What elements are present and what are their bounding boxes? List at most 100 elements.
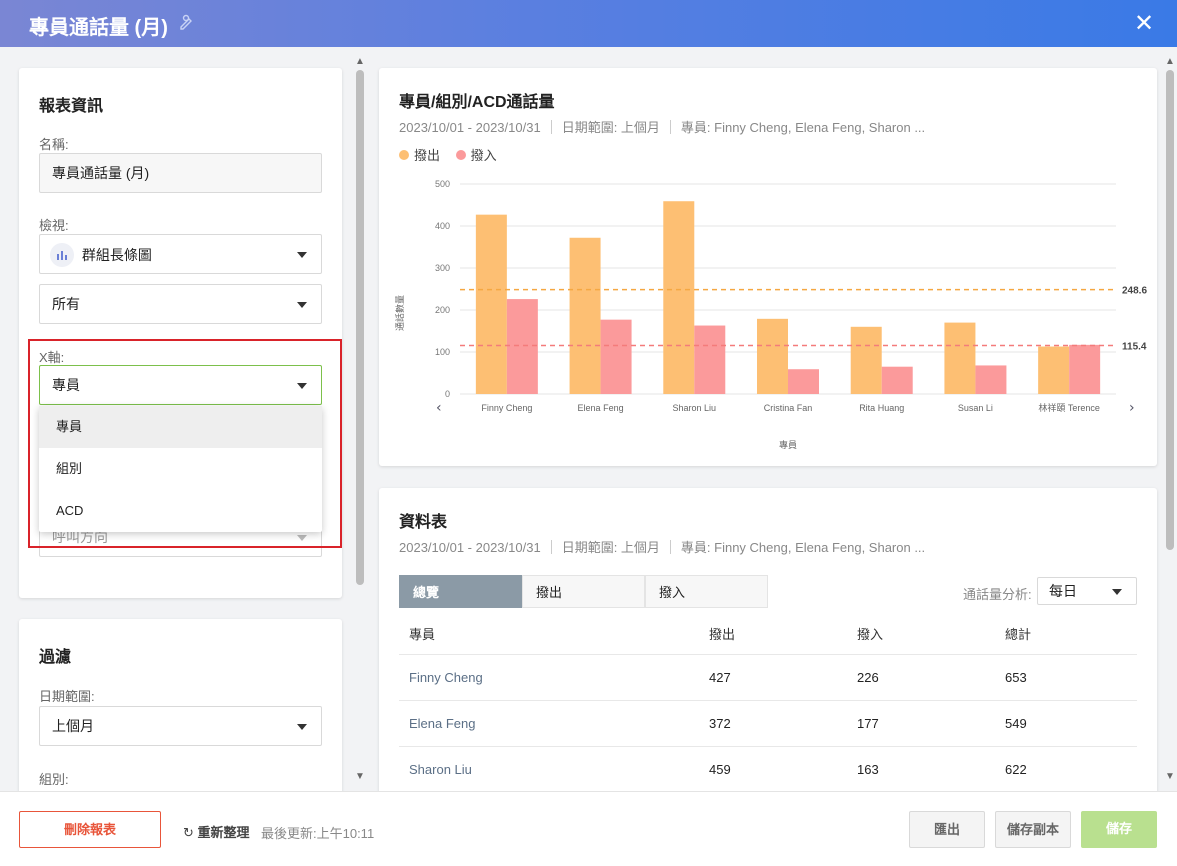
- bar-inbound: [975, 365, 1007, 394]
- bar-outbound: [944, 322, 976, 394]
- reference-line-label: 115.4: [1122, 342, 1147, 353]
- tab-overview[interactable]: 總覽: [399, 575, 522, 608]
- reference-line-label: 248.6: [1122, 286, 1147, 297]
- right-scrollbar-thumb[interactable]: [1166, 70, 1174, 550]
- x-axis-title: 專員: [779, 439, 797, 451]
- cell-inbound: 226: [857, 670, 879, 685]
- y-tick-label: 100: [435, 347, 450, 357]
- analysis-select-value: 每日: [1049, 583, 1077, 599]
- chart-scroll-left-icon[interactable]: ‹: [436, 400, 442, 416]
- bar-inbound: [600, 319, 632, 394]
- scroll-up-arrow[interactable]: ▲: [355, 56, 365, 67]
- y-tick-label: 500: [435, 179, 450, 189]
- group-label: 組別:: [39, 772, 69, 787]
- x-tick-label: Sharon Liu: [673, 403, 717, 413]
- tab-outbound[interactable]: 撥出: [522, 575, 645, 608]
- title-bar: 專員通話量 (月) ✕: [0, 0, 1177, 47]
- x-tick-label: Cristina Fan: [764, 403, 813, 413]
- analysis-select[interactable]: 每日: [1037, 577, 1137, 605]
- report-info-heading: 報表資訊: [39, 98, 104, 115]
- date-range-label: 日期範圍:: [39, 689, 95, 704]
- chart-meta: 2023/10/01 - 2023/10/31 日期範圍: 上個月 專員: Finn…: [399, 117, 925, 136]
- chart-legend: 撥出 撥入: [399, 145, 497, 164]
- x-tick-label: Rita Huang: [859, 403, 904, 413]
- row-divider: [399, 654, 1137, 655]
- view-select-value: 群組長條圖: [81, 247, 152, 264]
- left-scrollbar-thumb[interactable]: [356, 70, 364, 585]
- column-header-agent: 專員: [409, 627, 436, 642]
- cell-outbound: 459: [709, 762, 731, 777]
- refresh-label: 重新整理: [197, 825, 250, 840]
- table-meta-range: 日期範圍: 上個月: [561, 540, 660, 555]
- x-tick-label: Susan Li: [958, 403, 993, 413]
- bar-outbound: [569, 237, 601, 394]
- chart-title: 專員/組別/ACD通話量: [399, 94, 555, 111]
- bar-inbound: [881, 366, 913, 394]
- name-input[interactable]: 專員通話量 (月): [39, 153, 322, 193]
- view-label: 檢視:: [39, 218, 69, 233]
- chevron-down-icon: [1112, 589, 1122, 595]
- cell-agent: Sharon Liu: [409, 762, 472, 777]
- scope-select[interactable]: 所有: [39, 284, 322, 324]
- name-input-value: 專員通話量 (月): [52, 165, 150, 181]
- bar-outbound: [1038, 346, 1070, 394]
- filter-heading: 過濾: [39, 649, 72, 666]
- table-meta-agents: 專員: Finny Cheng, Elena Feng, Sharon ...: [680, 540, 926, 555]
- refresh-icon: ↻: [183, 825, 194, 840]
- legend-item-inbound[interactable]: 撥入: [455, 148, 497, 163]
- export-button[interactable]: 匯出: [909, 811, 985, 848]
- bar-outbound: [663, 201, 695, 394]
- y-tick-label: 400: [435, 221, 450, 231]
- chart-meta-date: 2023/10/01 - 2023/10/31: [399, 120, 541, 135]
- bar-outbound: [475, 214, 507, 394]
- date-range-select[interactable]: 上個月: [39, 706, 322, 746]
- y-tick-label: 300: [435, 263, 450, 273]
- legend-item-outbound[interactable]: 撥出: [399, 148, 440, 163]
- delete-report-button[interactable]: 刪除報表: [19, 811, 161, 848]
- grouped-bar-chart: 0 100 200 300 400 500 Finny Cheng Elena Feng Sha…: [394, 179, 1147, 451]
- column-header-outbound: 撥出: [709, 627, 736, 642]
- column-header-inbound: 撥入: [857, 627, 884, 642]
- save-copy-button[interactable]: 儲存副本: [995, 811, 1071, 848]
- cell-agent: Elena Feng: [409, 716, 476, 731]
- column-header-total: 總計: [1005, 627, 1032, 642]
- close-icon[interactable]: ✕: [1134, 9, 1154, 38]
- tab-inbound[interactable]: 撥入: [645, 575, 768, 608]
- analysis-label: 通話量分析:: [963, 587, 1032, 602]
- cell-total: 653: [1005, 670, 1027, 685]
- bar-inbound: [694, 325, 726, 394]
- legend-label-outbound: 撥出: [414, 148, 441, 163]
- x-tick-label: Finny Cheng: [481, 403, 532, 413]
- last-updated-text: 最後更新:上午10:11: [261, 826, 375, 841]
- legend-swatch-outbound: [399, 150, 409, 160]
- x-tick-label: Elena Feng: [578, 403, 624, 413]
- refresh-button[interactable]: ↻ 重新整理: [183, 822, 250, 841]
- chevron-down-icon: [297, 724, 307, 730]
- chart-meta-agents: 專員: Finny Cheng, Elena Feng, Sharon ...: [680, 120, 926, 135]
- view-select[interactable]: 群組長條圖: [39, 234, 322, 274]
- scroll-up-arrow[interactable]: ▲: [1165, 56, 1175, 67]
- bar-inbound: [506, 299, 538, 394]
- highlight-box: [28, 339, 342, 548]
- chart-scroll-right-icon[interactable]: ›: [1129, 400, 1135, 416]
- table-meta-date: 2023/10/01 - 2023/10/31: [399, 540, 541, 555]
- table-card: [379, 488, 1157, 808]
- cell-outbound: 372: [709, 716, 731, 731]
- row-divider: [399, 700, 1137, 701]
- edit-title-icon[interactable]: [178, 13, 196, 31]
- bar-inbound: [1069, 344, 1101, 394]
- row-divider: [399, 746, 1137, 747]
- chevron-down-icon: [297, 302, 307, 308]
- legend-label-inbound: 撥入: [470, 148, 497, 163]
- table-title: 資料表: [399, 514, 448, 531]
- x-tick-label: 林祥頤 Terence: [1038, 402, 1100, 413]
- cell-agent: Finny Cheng: [409, 670, 483, 685]
- scroll-down-arrow[interactable]: ▼: [1165, 771, 1175, 782]
- y-axis-title: 通話數量: [394, 295, 406, 331]
- y-tick-label: 0: [445, 389, 450, 399]
- chart-meta-range: 日期範圍: 上個月: [561, 120, 660, 135]
- scroll-down-arrow[interactable]: ▼: [355, 771, 365, 782]
- save-button[interactable]: 儲存: [1081, 811, 1157, 848]
- y-tick-label: 200: [435, 305, 450, 315]
- cell-inbound: 163: [857, 762, 879, 777]
